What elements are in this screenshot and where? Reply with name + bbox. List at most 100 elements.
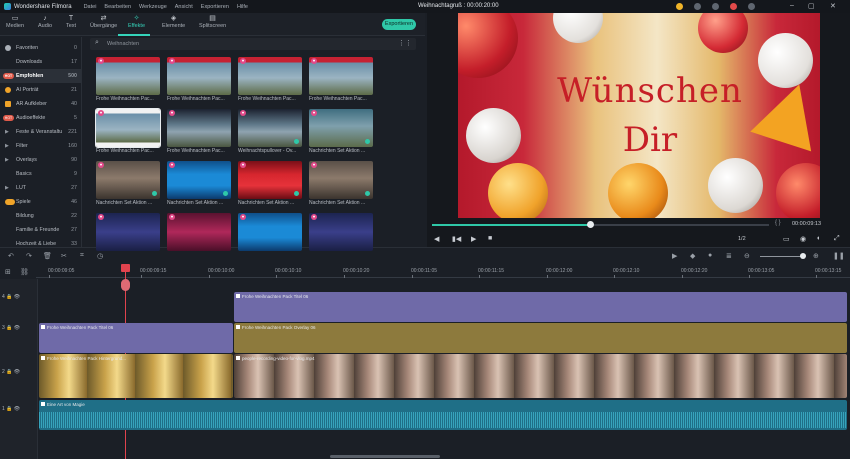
- audio-clip[interactable]: Eine Art von Magie: [39, 400, 847, 430]
- title-clip[interactable]: Frohe Weihnachten Pack Titel 06: [39, 323, 233, 353]
- effect-thumbnail[interactable]: ♥: [96, 213, 160, 251]
- delete-icon[interactable]: 🗑: [43, 252, 52, 260]
- sidebar-item[interactable]: HOT Audioeffekte 5: [0, 111, 81, 125]
- tab-audio[interactable]: ♪ Audio: [38, 14, 52, 29]
- playhead-marker[interactable]: [121, 279, 130, 291]
- sidebar-item[interactable]: Basics 9: [0, 167, 81, 181]
- chevron-right-icon[interactable]: ▶: [5, 181, 9, 195]
- effect-thumbnail[interactable]: ♥: [167, 161, 231, 199]
- add-track-icon[interactable]: ⊞: [5, 268, 11, 276]
- download-icon[interactable]: [365, 191, 370, 196]
- display-icon[interactable]: ▭: [783, 235, 790, 243]
- link-icon[interactable]: ⛓: [20, 268, 29, 276]
- sidebar-item[interactable]: Spiele 46: [0, 195, 81, 209]
- stop-icon[interactable]: ■: [488, 235, 492, 242]
- sidebar-item[interactable]: Downloads 17: [0, 55, 81, 69]
- zoom-out-icon[interactable]: ⊖: [744, 252, 750, 260]
- tab-uebergaenge[interactable]: ⇄ Übergänge: [90, 14, 117, 29]
- tab-medien[interactable]: ▭ Medien: [6, 14, 24, 29]
- title-clip[interactable]: Frohe Weihnachten Pack Titel 06: [234, 292, 847, 322]
- video-clip[interactable]: people-recording-video-for-vlog.mp4: [234, 354, 847, 398]
- mark-brackets[interactable]: { }: [775, 220, 781, 226]
- overlay-clip[interactable]: Frohe Weihnachten Pack Overlay 06: [234, 323, 847, 353]
- sidebar-item[interactable]: AI Porträt 21: [0, 83, 81, 97]
- search-input[interactable]: Weihnachten: [107, 41, 139, 47]
- sidebar-item[interactable]: ▶ Overlays 90: [0, 153, 81, 167]
- zoom-slider[interactable]: [760, 256, 804, 257]
- zoom-in-icon[interactable]: ⊕: [813, 252, 819, 260]
- playhead-handle[interactable]: [121, 264, 130, 272]
- effect-thumbnail[interactable]: ♥: [238, 109, 302, 147]
- speed-icon[interactable]: ◷: [97, 252, 103, 260]
- download-icon[interactable]: [365, 139, 370, 144]
- export-button[interactable]: Exportieren: [382, 19, 416, 30]
- effect-thumbnail[interactable]: ♥: [96, 57, 160, 95]
- effect-thumbnail[interactable]: ♥: [309, 161, 373, 199]
- marker-icon[interactable]: ◆: [690, 252, 695, 260]
- notification-icon[interactable]: [730, 3, 737, 10]
- pause-icon[interactable]: ❚❚: [833, 252, 845, 260]
- tab-effekte[interactable]: ✧ Effekte: [128, 14, 145, 29]
- resolution-select[interactable]: 1/2: [738, 236, 746, 242]
- sidebar-item[interactable]: HOT Empfohlen 500: [0, 69, 81, 83]
- video-clip[interactable]: Frohe Weihnachten Pack Hintergrund...: [39, 354, 233, 398]
- menu-hilfe[interactable]: Hilfe: [237, 4, 248, 10]
- chevron-right-icon[interactable]: ▶: [5, 153, 9, 167]
- minimize-icon[interactable]: –: [790, 2, 794, 9]
- effect-thumbnail[interactable]: ♥: [167, 57, 231, 95]
- effect-thumbnail[interactable]: ♥: [309, 213, 373, 251]
- tab-text[interactable]: T Text: [66, 14, 76, 29]
- menu-werkzeuge[interactable]: Werkzeuge: [139, 4, 167, 10]
- play-icon[interactable]: ▶: [471, 235, 476, 243]
- menu-datei[interactable]: Datei: [84, 4, 97, 10]
- undo-icon[interactable]: ↶: [8, 252, 14, 260]
- eye-icon[interactable]: 👁: [12, 294, 20, 300]
- render-icon[interactable]: ▶: [672, 252, 677, 260]
- timeline-scrollbar[interactable]: [330, 455, 440, 458]
- close-icon[interactable]: ✕: [830, 2, 836, 10]
- effect-thumbnail[interactable]: ♥: [167, 109, 231, 147]
- step-back-icon[interactable]: ▮◀: [452, 235, 461, 243]
- eye-icon[interactable]: 👁: [12, 369, 20, 375]
- effect-thumbnail[interactable]: ♥: [309, 57, 373, 95]
- cut-icon[interactable]: ✂: [61, 252, 67, 260]
- download-icon[interactable]: [294, 191, 299, 196]
- crop-icon[interactable]: ⌗: [80, 252, 84, 260]
- sidebar-item[interactable]: Familie & Freunde 27: [0, 223, 81, 237]
- menu-exportieren[interactable]: Exportieren: [201, 4, 229, 10]
- tab-elemente[interactable]: ◈ Elemente: [162, 14, 185, 29]
- snapshot-icon[interactable]: ◉: [800, 235, 806, 243]
- sidebar-item[interactable]: Hochzeit & Liebe 33: [0, 237, 81, 247]
- account-icon[interactable]: [694, 3, 701, 10]
- effect-thumbnail[interactable]: ♥: [95, 108, 161, 148]
- sidebar-item[interactable]: ▶ LUT 27: [0, 181, 81, 195]
- effect-thumbnail[interactable]: ♥: [167, 213, 231, 251]
- sidebar-item[interactable]: ▶ Filter 160: [0, 139, 81, 153]
- prev-frame-icon[interactable]: ◀: [434, 235, 439, 243]
- bulb-icon[interactable]: [676, 3, 683, 10]
- effect-thumbnail[interactable]: ♥: [96, 161, 160, 199]
- help-icon[interactable]: [712, 3, 719, 10]
- tab-splitscreen[interactable]: ▤ Splitscreen: [199, 14, 226, 29]
- sidebar-item[interactable]: AR Aufkleber 40: [0, 97, 81, 111]
- zoom-slider-knob[interactable]: [800, 253, 806, 259]
- redo-icon[interactable]: ↷: [26, 252, 32, 260]
- download-icon[interactable]: [152, 191, 157, 196]
- volume-icon[interactable]: ◖: [816, 235, 820, 242]
- download-icon[interactable]: [748, 3, 755, 10]
- menu-bearbeiten[interactable]: Bearbeiten: [104, 4, 131, 10]
- mixer-icon[interactable]: ≣: [726, 252, 732, 260]
- effect-thumbnail[interactable]: ♥: [238, 57, 302, 95]
- download-icon[interactable]: [294, 139, 299, 144]
- effect-thumbnail[interactable]: ♥: [238, 161, 302, 199]
- effect-thumbnail[interactable]: ♥: [238, 213, 302, 251]
- eye-icon[interactable]: 👁: [12, 406, 20, 412]
- menu-ansicht[interactable]: Ansicht: [175, 4, 193, 10]
- effects-search[interactable]: ⌕ Weihnachten ⋮⋮: [90, 38, 416, 50]
- maximize-icon[interactable]: ▢: [808, 2, 815, 10]
- download-icon[interactable]: [223, 191, 228, 196]
- sidebar-item[interactable]: Favoriten 0: [0, 41, 81, 55]
- chevron-right-icon[interactable]: ▶: [5, 139, 9, 153]
- effect-thumbnail[interactable]: ♥: [309, 109, 373, 147]
- sidebar-item[interactable]: Bildung 22: [0, 209, 81, 223]
